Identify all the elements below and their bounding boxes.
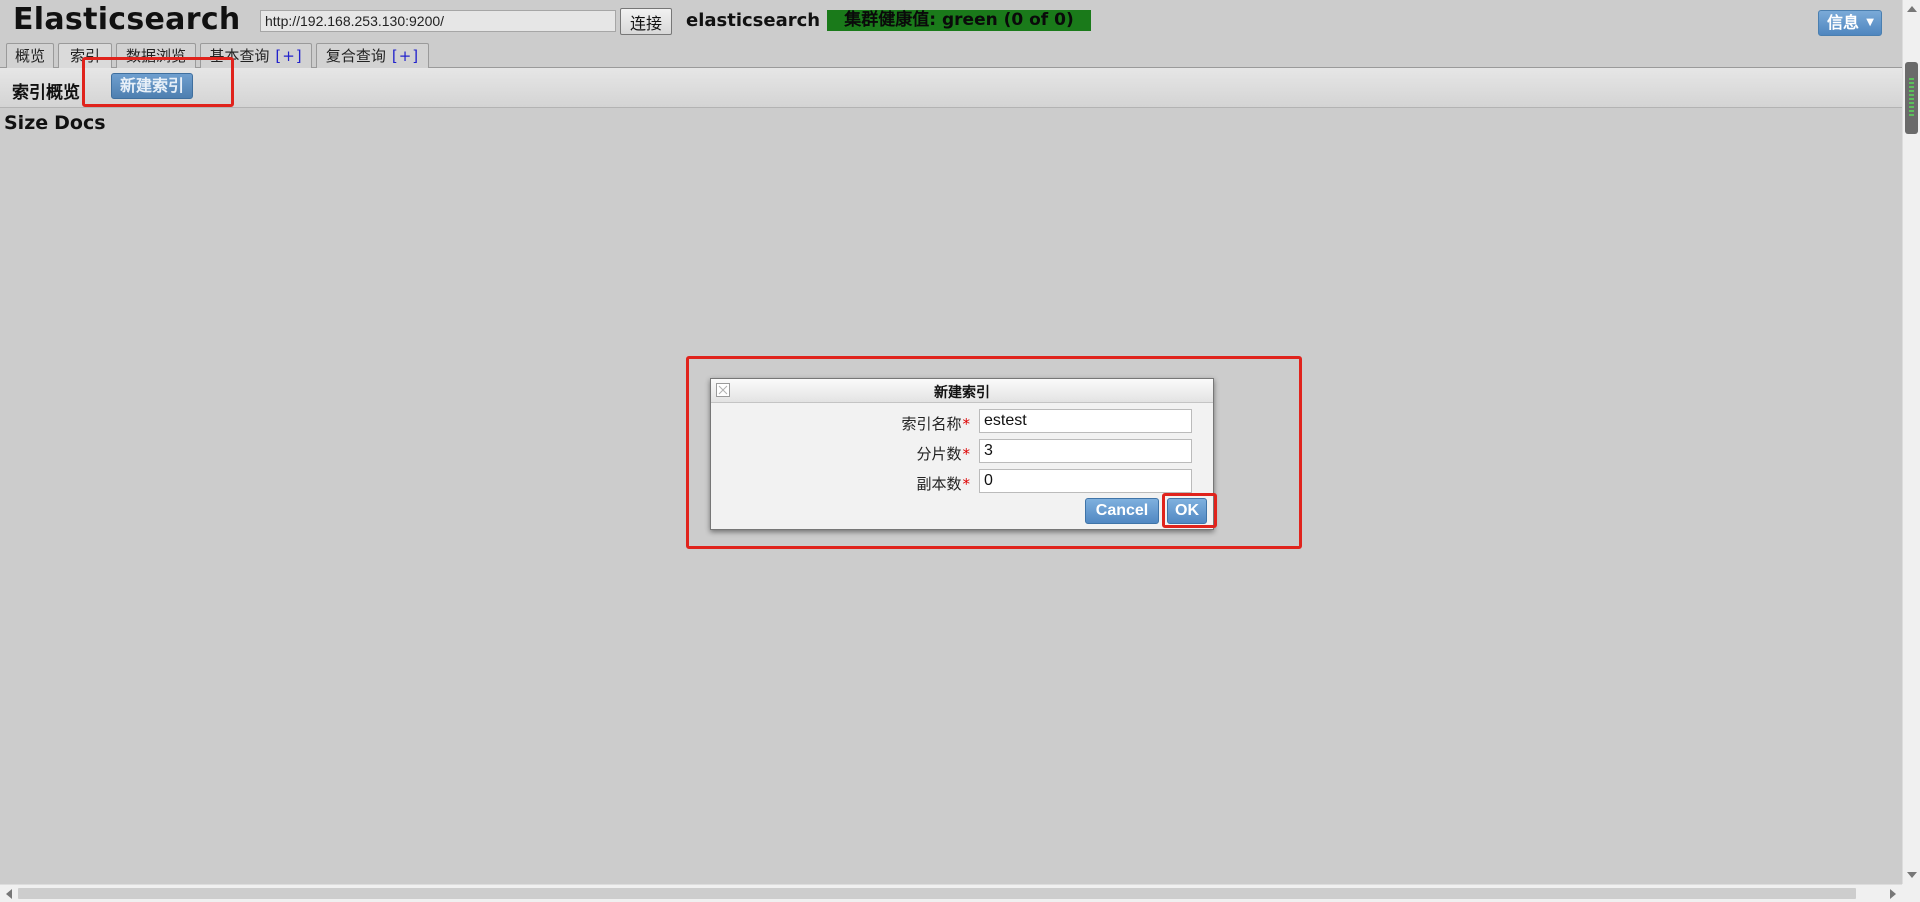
- tab-indices[interactable]: 索引: [58, 43, 112, 69]
- toolbar-title: 索引概览: [12, 83, 80, 103]
- tab-label: 数据浏览: [125, 47, 186, 65]
- caret-down-icon: ▼: [1866, 17, 1874, 28]
- scroll-left-icon[interactable]: [6, 889, 12, 899]
- cluster-url-input[interactable]: [260, 10, 616, 32]
- required-mark: *: [962, 445, 971, 463]
- ok-button[interactable]: OK: [1167, 498, 1207, 524]
- tab-label: 概览: [14, 47, 45, 65]
- form-row-replicas: 副本数*: [711, 469, 1213, 495]
- cluster-health-badge: 集群健康值: green (0 of 0): [827, 10, 1091, 31]
- form-row-shards: 分片数*: [711, 439, 1213, 465]
- replicas-label: 副本数*: [916, 475, 971, 493]
- tab-add-icon: [+]: [275, 47, 303, 65]
- scroll-right-icon[interactable]: [1890, 889, 1896, 899]
- tab-overview[interactable]: 概览: [6, 43, 54, 68]
- tab-bar: 概览 索引 数据浏览 基本查询 [+] 复合查询 [+]: [0, 42, 1902, 69]
- index-toolbar: 索引概览 新建索引: [0, 68, 1902, 108]
- index-name-input[interactable]: [979, 409, 1192, 433]
- vertical-scrollbar[interactable]: [1902, 0, 1920, 884]
- new-index-dialog: 新建索引 索引名称* 分片数* 副本数* Cancel OK: [710, 378, 1214, 530]
- scroll-up-icon[interactable]: [1907, 6, 1917, 12]
- tab-basic-query[interactable]: 基本查询 [+]: [200, 43, 312, 68]
- size-column-label: Size: [4, 112, 49, 134]
- dialog-titlebar: 新建索引: [711, 379, 1213, 403]
- docs-column-label: Docs: [54, 112, 106, 134]
- info-label: 信息: [1827, 13, 1860, 32]
- stats-header: Size Docs: [4, 112, 112, 134]
- tab-label: 基本查询: [209, 47, 270, 65]
- app-title: Elasticsearch: [13, 2, 241, 37]
- scrollbar-thumb[interactable]: [1905, 62, 1918, 134]
- tab-compound-query[interactable]: 复合查询 [+]: [316, 43, 429, 68]
- new-index-button[interactable]: 新建索引: [111, 73, 193, 99]
- shards-input[interactable]: [979, 439, 1192, 463]
- cancel-button[interactable]: Cancel: [1085, 498, 1159, 524]
- shards-label: 分片数*: [916, 445, 971, 463]
- form-row-index-name: 索引名称*: [711, 409, 1213, 435]
- scroll-down-icon[interactable]: [1907, 872, 1917, 878]
- app-window: Elasticsearch 连接 elasticsearch 集群健康值: gr…: [0, 0, 1920, 902]
- grip-icon: [1909, 78, 1914, 118]
- tab-label: 复合查询: [325, 47, 386, 65]
- header: Elasticsearch 连接 elasticsearch 集群健康值: gr…: [0, 0, 1902, 42]
- tab-add-icon: [+]: [391, 47, 420, 65]
- scrollbar-corner: [1902, 884, 1920, 902]
- info-dropdown-button[interactable]: 信息 ▼: [1818, 10, 1882, 36]
- scrollbar-thumb[interactable]: [18, 888, 1856, 899]
- tab-label: 索引: [69, 47, 100, 65]
- cluster-name: elasticsearch: [686, 10, 821, 31]
- replicas-input[interactable]: [979, 469, 1192, 493]
- index-name-label: 索引名称*: [901, 415, 971, 433]
- dialog-title: 新建索引: [934, 385, 990, 401]
- connect-button[interactable]: 连接: [620, 8, 672, 35]
- horizontal-scrollbar[interactable]: [0, 884, 1902, 902]
- required-mark: *: [962, 415, 971, 433]
- required-mark: *: [962, 475, 971, 493]
- tab-data-browser[interactable]: 数据浏览: [116, 43, 196, 68]
